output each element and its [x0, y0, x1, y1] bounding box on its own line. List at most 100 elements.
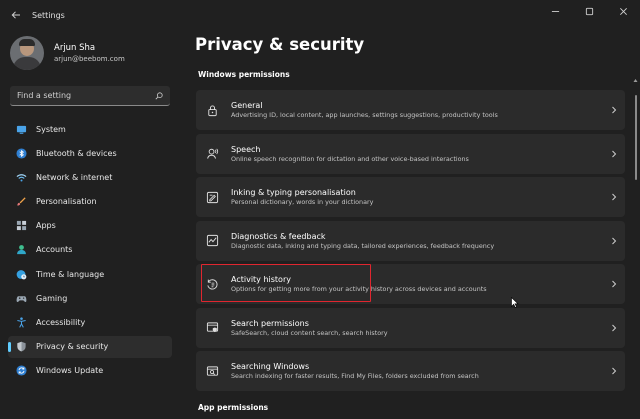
- sidebar-item-label: Time & language: [36, 269, 105, 279]
- card-text: Inking & typing personalisation Personal…: [231, 187, 603, 207]
- card-title: Searching Windows: [231, 362, 310, 371]
- card-text: Searching Windows Search indexing for fa…: [231, 361, 603, 381]
- window-controls: [538, 0, 640, 22]
- search-permissions-icon: [205, 321, 219, 335]
- sidebar-item-windows-update[interactable]: Windows Update: [8, 360, 172, 382]
- sidebar-item-label: Apps: [36, 221, 56, 231]
- sidebar-item-privacy-security[interactable]: Privacy & security: [8, 335, 172, 358]
- shield-icon: [15, 341, 27, 353]
- card-description: Online speech recognition for dictation …: [231, 154, 469, 163]
- minimize-button[interactable]: [538, 0, 572, 22]
- sidebar-item-accessibility[interactable]: Accessibility: [8, 312, 172, 334]
- card-text: Search permissions SafeSearch, cloud con…: [231, 318, 603, 338]
- sidebar-item-label: Privacy & security: [36, 342, 109, 352]
- speech-icon: [205, 147, 219, 161]
- card-title: Search permissions: [231, 318, 309, 328]
- search-box[interactable]: [10, 86, 170, 106]
- user-name: Arjun Sha: [54, 43, 96, 53]
- sidebar-item-label: Accounts: [36, 245, 73, 255]
- settings-card-searching-windows[interactable]: Searching Windows Search indexing for fa…: [196, 351, 625, 391]
- scroll-up-arrow-icon[interactable]: [633, 78, 638, 83]
- user-email: arjun@beebom.com: [54, 55, 125, 63]
- settings-card-inking-typing[interactable]: Inking & typing personalisation Personal…: [196, 177, 625, 217]
- lock-icon: [205, 103, 219, 117]
- search-input[interactable]: [17, 91, 147, 100]
- chevron-right-icon: [603, 280, 625, 288]
- person-icon: [15, 244, 27, 256]
- maximize-icon: [585, 7, 593, 15]
- avatar: [10, 36, 44, 70]
- settings-cards: General Advertising ID, local content, a…: [196, 90, 625, 395]
- card-title: Inking & typing personalisation: [231, 188, 356, 197]
- sidebar-item-time-language[interactable]: Time & language: [8, 263, 172, 285]
- close-button[interactable]: [606, 0, 640, 22]
- settings-card-diagnostics[interactable]: Diagnostics & feedback Diagnostic data, …: [196, 220, 625, 261]
- brush-icon: [15, 196, 27, 208]
- sidebar-item-gaming[interactable]: Gaming: [8, 287, 172, 309]
- maximize-button[interactable]: [572, 0, 606, 22]
- chevron-right-icon: [603, 324, 625, 332]
- sidebar-item-personalisation[interactable]: Personalisation: [8, 191, 172, 213]
- chevron-right-icon: [603, 150, 625, 158]
- sidebar-item-label: System: [36, 124, 66, 134]
- mouse-cursor-icon: [511, 297, 519, 308]
- search-icon[interactable]: [155, 91, 163, 100]
- sidebar-item-label: Gaming: [36, 293, 68, 303]
- sidebar: Arjun Sha arjun@beebom.com System Blueto…: [0, 30, 180, 419]
- app-title: Settings: [32, 10, 65, 20]
- user-profile[interactable]: Arjun Sha arjun@beebom.com: [10, 36, 125, 70]
- minimize-icon: [551, 10, 559, 12]
- chevron-right-icon: [603, 193, 625, 201]
- wifi-icon: [15, 171, 27, 183]
- bluetooth-icon: [15, 147, 27, 159]
- card-description: Diagnostic data, inking and typing data,…: [231, 241, 495, 250]
- title-bar: Settings: [0, 0, 640, 30]
- profile-text: Arjun Sha arjun@beebom.com: [54, 42, 125, 64]
- sidebar-item-bluetooth[interactable]: Bluetooth & devices: [8, 142, 172, 164]
- sidebar-item-label: Accessibility: [36, 318, 86, 327]
- sidebar-item-label: Personalisation: [36, 197, 97, 207]
- card-description: SafeSearch, cloud content search, search…: [231, 328, 388, 337]
- back-button[interactable]: [2, 0, 30, 30]
- card-description: Options for getting more from your activ…: [231, 285, 487, 293]
- searching-windows-icon: [205, 364, 219, 378]
- settings-card-activity-history[interactable]: Activity history Options for getting mor…: [196, 264, 625, 304]
- scrollbar-thumb[interactable]: [635, 95, 637, 180]
- card-text: General Advertising ID, local content, a…: [231, 100, 603, 120]
- history-icon: [205, 277, 219, 291]
- sidebar-item-system[interactable]: System: [8, 118, 172, 140]
- sidebar-item-apps[interactable]: Apps: [8, 215, 172, 237]
- chevron-right-icon: [603, 367, 625, 375]
- page-title: Privacy & security: [195, 35, 365, 54]
- accessibility-icon: [15, 317, 27, 329]
- card-title: Activity history: [231, 275, 291, 284]
- inking-icon: [205, 190, 219, 204]
- settings-card-speech[interactable]: Speech Online speech recognition for dic…: [196, 133, 625, 174]
- close-icon: [619, 7, 627, 15]
- card-text: Speech Online speech recognition for dic…: [231, 144, 603, 164]
- card-title: Speech: [231, 144, 261, 154]
- sidebar-item-label: Windows Update: [36, 366, 104, 376]
- settings-card-search-permissions[interactable]: Search permissions SafeSearch, cloud con…: [196, 307, 625, 348]
- chevron-right-icon: [603, 106, 625, 114]
- sidebar-item-accounts[interactable]: Accounts: [8, 239, 172, 261]
- sidebar-item-label: Network & internet: [36, 172, 113, 182]
- monitor-icon: [15, 123, 27, 135]
- card-description: Personal dictionary, words in your dicti…: [231, 198, 374, 206]
- section-heading-windows-permissions: Windows permissions: [198, 70, 290, 79]
- sidebar-nav: System Bluetooth & devices Network & int…: [8, 118, 172, 384]
- sidebar-item-label: Bluetooth & devices: [36, 148, 117, 158]
- card-text: Activity history Options for getting mor…: [231, 274, 603, 294]
- back-arrow-icon: [11, 11, 20, 19]
- card-text: Diagnostics & feedback Diagnostic data, …: [231, 231, 603, 251]
- card-title: Diagnostics & feedback: [231, 231, 326, 241]
- settings-card-general[interactable]: General Advertising ID, local content, a…: [196, 90, 625, 130]
- sync-icon: [15, 365, 27, 377]
- section-heading-app-permissions: App permissions: [198, 403, 269, 412]
- card-description: Search indexing for faster results, Find…: [231, 372, 479, 380]
- globe-clock-icon: [15, 268, 27, 280]
- diagnostics-icon: [205, 234, 219, 248]
- card-description: Advertising ID, local content, app launc…: [231, 111, 498, 119]
- sidebar-item-network[interactable]: Network & internet: [8, 166, 172, 188]
- apps-icon: [15, 220, 27, 232]
